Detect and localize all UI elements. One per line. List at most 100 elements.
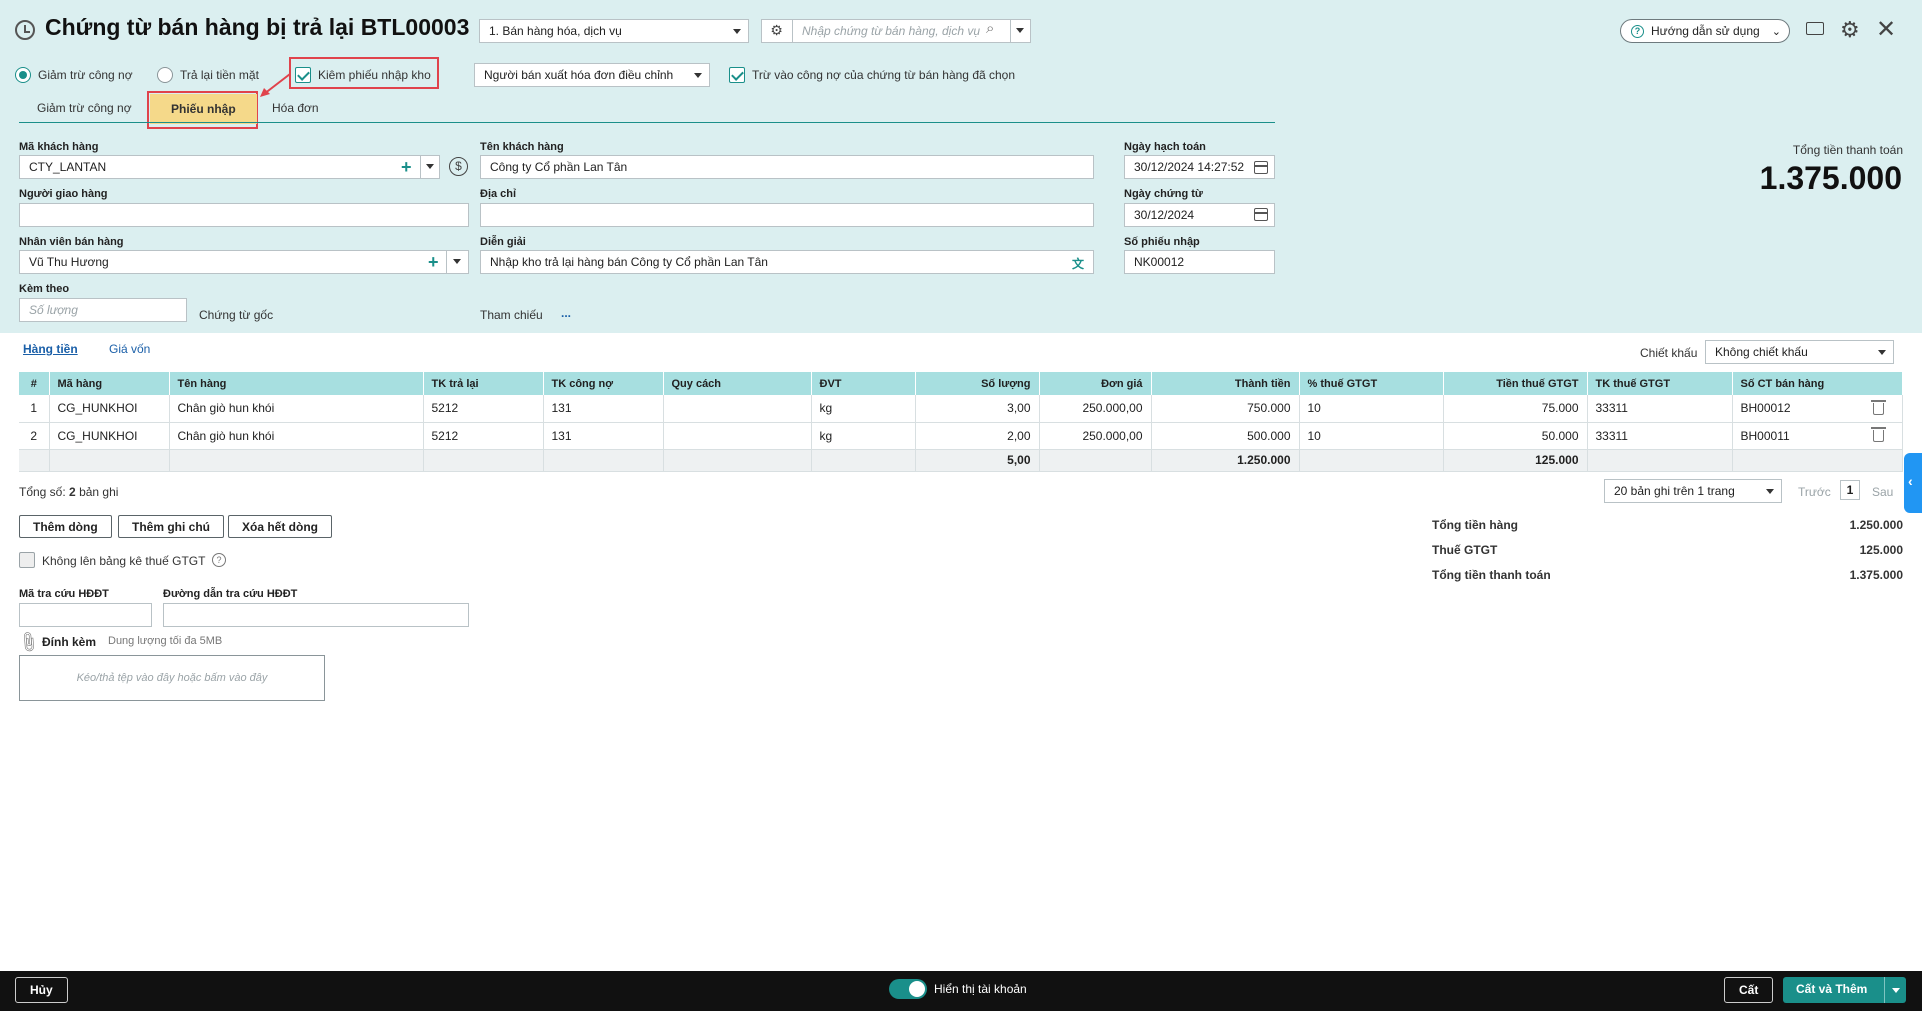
search-placeholder: Nhập chứng từ bán hàng, dịch vụ xyxy=(802,24,980,38)
cell-unit[interactable]: kg xyxy=(811,422,916,450)
close-icon[interactable]: ✕ xyxy=(1876,15,1896,44)
cell-spec[interactable] xyxy=(663,395,812,423)
page-size-value: 20 bản ghi trên 1 trang xyxy=(1614,484,1735,498)
voucher-type-select[interactable]: 1. Bán hàng hóa, dịch vụ xyxy=(479,19,749,43)
settings-icon[interactable]: ⚙ xyxy=(1840,17,1860,43)
cell-vat-rate[interactable]: 10 xyxy=(1299,395,1444,423)
salesperson-field[interactable]: Vũ Thu Hương xyxy=(19,250,469,274)
seller-adjust-select[interactable]: Người bán xuất hóa đơn điều chỉnh xyxy=(474,63,710,87)
next-page-button[interactable]: Sau xyxy=(1872,485,1893,499)
description-field[interactable]: Nhập kho trả lại hàng bán Công ty Cổ phầ… xyxy=(480,250,1094,274)
customer-code-label: Mã khách hàng xyxy=(19,141,99,153)
address-label: Địa chỉ xyxy=(480,188,517,200)
cell-item-name[interactable]: Chân giò hun khói xyxy=(169,395,424,423)
deduct-debt-checkbox[interactable] xyxy=(729,67,745,83)
calendar-icon[interactable] xyxy=(1254,208,1268,221)
salesperson-dropdown-toggle[interactable] xyxy=(446,250,468,274)
warehouse-receipt-checkbox[interactable] xyxy=(295,67,311,83)
page-size-select[interactable]: 20 bản ghi trên 1 trang xyxy=(1604,479,1782,503)
add-note-button[interactable]: Thêm ghi chú xyxy=(118,515,224,538)
cell-return-account[interactable]: 5212 xyxy=(423,422,544,450)
calendar-icon[interactable] xyxy=(1254,161,1268,174)
discount-select[interactable]: Không chiết khấu xyxy=(1705,340,1894,364)
deliverer-field[interactable] xyxy=(19,203,469,227)
tab-receipt[interactable]: Phiếu nhập xyxy=(150,94,257,124)
translate-icon[interactable]: 文 xyxy=(1072,255,1084,272)
tab-debt-reduction[interactable]: Giảm trừ công nợ xyxy=(37,101,132,115)
table-row[interactable]: 1 CG_HUNKHOI Chân giò hun khói 5212 131 … xyxy=(19,395,1903,423)
save-button[interactable]: Cất xyxy=(1724,977,1774,1003)
cell-quantity[interactable]: 2,00 xyxy=(915,422,1040,450)
radio-debt-reduction[interactable] xyxy=(15,67,31,83)
cell-vat-amount[interactable]: 75.000 xyxy=(1443,395,1588,423)
cell-unit-price[interactable]: 250.000,00 xyxy=(1039,395,1152,423)
side-panel-toggle[interactable]: ‹ xyxy=(1904,453,1922,513)
cell-unit[interactable]: kg xyxy=(811,395,916,423)
cell-item-code[interactable]: CG_HUNKHOI xyxy=(49,395,170,423)
radio-cash-refund[interactable] xyxy=(157,67,173,83)
cell-quantity[interactable]: 3,00 xyxy=(915,395,1040,423)
delete-row-icon[interactable] xyxy=(1871,427,1886,442)
add-customer-icon[interactable]: + xyxy=(401,158,412,176)
cell-debt-account[interactable]: 131 xyxy=(543,422,664,450)
save-and-add-button[interactable]: Cất và Thêm xyxy=(1796,982,1867,996)
cell-item-name[interactable]: Chân giò hun khói xyxy=(169,422,424,450)
delete-row-icon[interactable] xyxy=(1871,400,1886,415)
history-icon[interactable] xyxy=(15,20,35,40)
keyboard-icon[interactable] xyxy=(1806,22,1824,35)
cell-amount[interactable]: 500.000 xyxy=(1151,422,1300,450)
show-account-toggle[interactable] xyxy=(889,979,927,999)
sum-empty xyxy=(811,449,916,472)
customer-code-field[interactable]: CTY_LANTAN xyxy=(19,155,440,179)
tab-invoice[interactable]: Hóa đơn xyxy=(272,101,319,115)
prev-page-button[interactable]: Trước xyxy=(1798,485,1831,499)
cell-amount[interactable]: 750.000 xyxy=(1151,395,1300,423)
cell-debt-account[interactable]: 131 xyxy=(543,395,664,423)
cancel-button[interactable]: Hủy xyxy=(15,977,68,1003)
cell-unit-price[interactable]: 250.000,00 xyxy=(1039,422,1152,450)
no-vat-list-checkbox[interactable] xyxy=(19,552,35,568)
chevron-down-icon xyxy=(1878,350,1886,355)
help-button[interactable]: ? Hướng dẫn sử dụng ⌄ xyxy=(1620,19,1790,43)
delete-all-rows-button[interactable]: Xóa hết dòng xyxy=(228,515,332,538)
col-unit: ĐVT xyxy=(811,372,916,395)
sum-empty xyxy=(1299,449,1444,472)
search-dropdown-toggle[interactable] xyxy=(1010,19,1030,43)
toggle-knob xyxy=(909,981,925,997)
info-icon[interactable]: ? xyxy=(212,553,226,567)
dollar-icon[interactable]: $ xyxy=(449,157,468,176)
add-salesperson-icon[interactable]: + xyxy=(428,253,439,271)
cell-vat-rate[interactable]: 10 xyxy=(1299,422,1444,450)
add-row-button[interactable]: Thêm dòng xyxy=(19,515,112,538)
col-sales-voucher-no: Số CT bán hàng xyxy=(1732,372,1903,395)
cell-return-account[interactable]: 5212 xyxy=(423,395,544,423)
discount-value: Không chiết khấu xyxy=(1715,345,1808,359)
doc-date-field[interactable]: 30/12/2024 xyxy=(1124,203,1275,227)
cell-vat-amount[interactable]: 50.000 xyxy=(1443,422,1588,450)
einvoice-lookup-code-field[interactable] xyxy=(19,603,152,627)
save-options-toggle[interactable] xyxy=(1884,977,1906,1003)
gear-icon[interactable]: ⚙ xyxy=(761,19,793,43)
reference-button[interactable]: ... xyxy=(561,306,571,320)
chevron-down-icon xyxy=(453,259,461,264)
description-value: Nhập kho trả lại hàng bán Công ty Cổ phầ… xyxy=(490,255,768,269)
customer-name-field[interactable]: Công ty Cổ phần Lan Tân xyxy=(480,155,1094,179)
receipt-no-field[interactable]: NK00012 xyxy=(1124,250,1275,274)
attach-quantity-field[interactable]: Số lượng xyxy=(19,298,187,322)
search-icon[interactable]: ⌕ xyxy=(986,20,994,37)
cell-vat-account[interactable]: 33311 xyxy=(1587,422,1733,450)
cell-vat-account[interactable]: 33311 xyxy=(1587,395,1733,423)
cell-spec[interactable] xyxy=(663,422,812,450)
posting-date-field[interactable]: 30/12/2024 14:27:52 xyxy=(1124,155,1275,179)
address-field[interactable] xyxy=(480,203,1094,227)
table-row[interactable]: 2 CG_HUNKHOI Chân giò hun khói 5212 131 … xyxy=(19,422,1903,450)
cell-item-code[interactable]: CG_HUNKHOI xyxy=(49,422,170,450)
attachment-dropzone[interactable]: Kéo/thả tệp vào đây hoặc bấm vào đây xyxy=(19,655,325,701)
tab-goods-money[interactable]: Hàng tiền xyxy=(23,342,78,356)
sum-empty xyxy=(1587,449,1733,472)
sum-empty xyxy=(19,449,50,472)
tab-cost-price[interactable]: Giá vốn xyxy=(109,342,150,356)
customer-dropdown-toggle[interactable] xyxy=(420,155,440,179)
current-page[interactable]: 1 xyxy=(1840,480,1860,500)
einvoice-lookup-url-field[interactable] xyxy=(163,603,469,627)
